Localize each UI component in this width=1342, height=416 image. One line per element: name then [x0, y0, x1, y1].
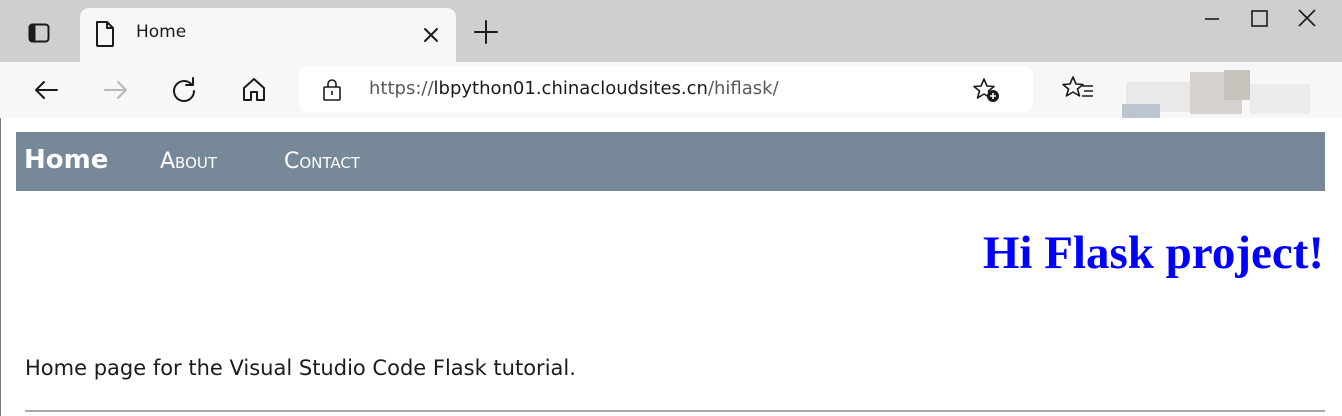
close-icon — [1298, 9, 1316, 27]
lock-icon[interactable] — [321, 78, 343, 102]
profile-area[interactable] — [1120, 68, 1342, 118]
minimize-icon — [1205, 18, 1219, 20]
browser-toolbar: https://lbpython01.chinacloudsites.cn/hi… — [0, 62, 1342, 118]
maximize-button[interactable] — [1244, 8, 1274, 30]
forward-button[interactable] — [100, 74, 132, 106]
back-button[interactable] — [30, 74, 62, 106]
tab-actions-button[interactable] — [14, 16, 64, 50]
maximize-icon — [1251, 10, 1268, 27]
home-button[interactable] — [238, 74, 270, 106]
url-path: /hiflask/ — [707, 78, 779, 99]
active-tab[interactable]: Home — [80, 8, 456, 62]
page-viewport: Home About Contact Hi Flask project! Hom… — [0, 118, 1342, 416]
close-icon — [424, 28, 438, 42]
forward-arrow-icon — [104, 81, 127, 99]
url-text[interactable]: https://lbpython01.chinacloudsites.cn/hi… — [369, 78, 779, 99]
tab-close-button[interactable] — [418, 22, 444, 48]
url-host: lbpython01.chinacloudsites.cn — [433, 78, 708, 99]
minimize-button[interactable] — [1196, 8, 1226, 30]
nav-about-link[interactable]: About — [160, 149, 217, 174]
window-close-button[interactable] — [1292, 8, 1322, 30]
tab-strip: Home — [0, 0, 1342, 62]
browser-window: Home https://lbpython01.chinacloudsites.… — [0, 0, 1342, 416]
favorites-icon — [1062, 76, 1093, 97]
plus-icon — [474, 20, 498, 44]
page-body-text: Home page for the Visual Studio Code Fla… — [25, 356, 576, 380]
tab-actions-icon — [28, 23, 50, 43]
url-scheme: https:// — [369, 78, 434, 99]
site-navbar: Home About Contact — [16, 132, 1325, 191]
star-plus-icon[interactable] — [971, 76, 1001, 104]
page-icon — [94, 20, 116, 48]
back-arrow-icon — [35, 81, 58, 99]
nav-contact-link[interactable]: Contact — [284, 149, 360, 174]
page-heading: Hi Flask project! — [982, 227, 1324, 279]
home-icon — [243, 78, 265, 101]
tab-title: Home — [136, 22, 187, 42]
address-bar[interactable]: https://lbpython01.chinacloudsites.cn/hi… — [299, 66, 1033, 112]
refresh-icon — [173, 77, 195, 102]
horizontal-rule — [25, 410, 1325, 412]
new-tab-button[interactable] — [470, 16, 502, 48]
favorites-button[interactable] — [1062, 74, 1096, 104]
nav-home-link[interactable]: Home — [24, 145, 108, 175]
blurred-profile-image — [1120, 68, 1342, 118]
refresh-button[interactable] — [168, 74, 200, 106]
